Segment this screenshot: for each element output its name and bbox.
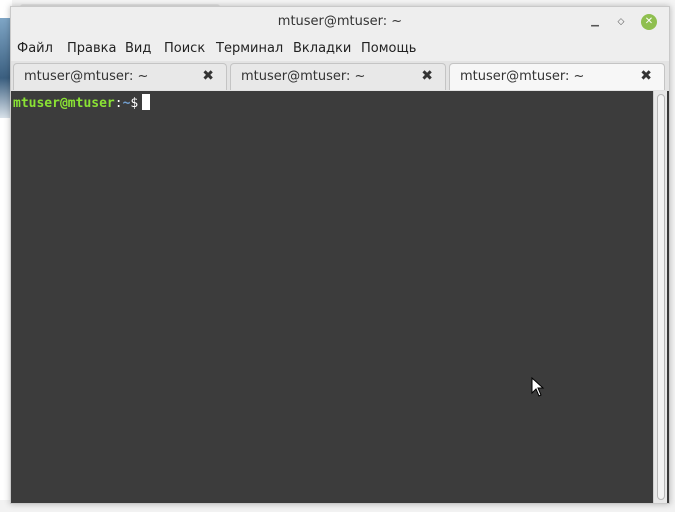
- menu-help[interactable]: Помощь: [361, 41, 416, 56]
- prompt-symbol: $: [130, 96, 139, 111]
- scrollbar-thumb[interactable]: [657, 94, 665, 500]
- mouse-pointer-icon: [531, 377, 545, 397]
- tab-bar: mtuser@mtuser: ~ ✖ mtuser@mtuser: ~ ✖ mt…: [11, 61, 669, 91]
- prompt-user: mtuser@mtuser: [13, 96, 115, 111]
- tab-terminal-2[interactable]: mtuser@mtuser: ~ ✖: [230, 63, 446, 90]
- title-bar[interactable]: mtuser@mtuser: ~ ▁ ◇ ✕: [11, 7, 669, 37]
- menu-terminal[interactable]: Терминал: [216, 41, 283, 56]
- menu-file[interactable]: Файл: [17, 41, 53, 56]
- window-title: mtuser@mtuser: ~: [277, 14, 403, 29]
- minimize-button[interactable]: ▁: [587, 14, 603, 30]
- menu-bar: Файл Правка Вид Поиск Терминал Вкладки П…: [11, 37, 669, 61]
- terminal-output-area[interactable]: mtuser@mtuser:~$: [11, 91, 653, 503]
- menu-view[interactable]: Вид: [125, 41, 151, 56]
- close-window-button[interactable]: ✕: [641, 14, 657, 30]
- minimize-icon: ▁: [591, 16, 599, 27]
- tab-terminal-3[interactable]: mtuser@mtuser: ~ ✖: [449, 63, 665, 90]
- tab-label: mtuser@mtuser: ~: [460, 69, 585, 84]
- terminal-window: mtuser@mtuser: ~ ▁ ◇ ✕ Файл Правка Вид П…: [10, 6, 670, 504]
- tab-terminal-1[interactable]: mtuser@mtuser: ~ ✖: [13, 63, 227, 90]
- close-icon: ✕: [644, 16, 654, 27]
- tab-label: mtuser@mtuser: ~: [24, 69, 149, 84]
- close-tab-icon[interactable]: ✖: [202, 68, 214, 84]
- close-tab-icon[interactable]: ✖: [421, 68, 433, 84]
- maximize-icon: ◇: [617, 17, 625, 27]
- menu-edit[interactable]: Правка: [67, 41, 116, 56]
- vertical-scrollbar[interactable]: [653, 91, 667, 503]
- menu-tabs[interactable]: Вкладки: [293, 41, 351, 56]
- menu-search[interactable]: Поиск: [164, 41, 205, 56]
- command-prompt: mtuser@mtuser:~$: [13, 94, 151, 111]
- text-cursor: [142, 94, 151, 110]
- tab-label: mtuser@mtuser: ~: [241, 69, 366, 84]
- maximize-button[interactable]: ◇: [613, 14, 629, 30]
- close-tab-icon[interactable]: ✖: [640, 68, 652, 84]
- prompt-separator: :: [114, 96, 123, 111]
